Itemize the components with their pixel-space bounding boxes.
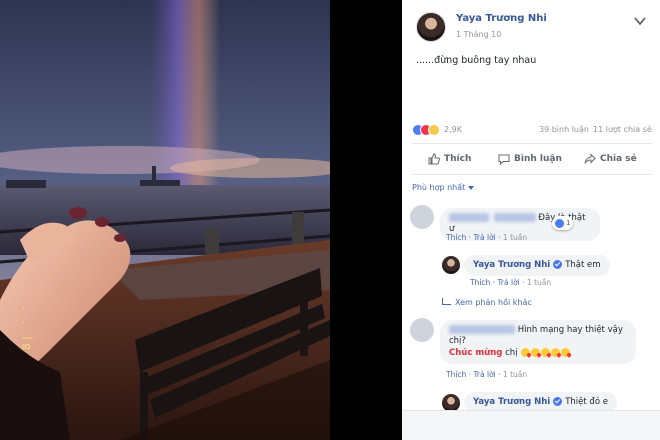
kiss-emoji-icon xyxy=(541,347,551,357)
film-date-stamp: 8| ˋ ˋ ˋ xyxy=(20,289,33,350)
comment-text-line3: chị xyxy=(505,347,518,358)
post-stats: 2,9K 39 bình luận 11 lượt chia sẻ xyxy=(412,124,652,138)
like-button-label: Thích xyxy=(444,154,472,164)
comment-button[interactable]: Bình luận xyxy=(498,150,562,168)
like-reaction-icon xyxy=(555,218,564,228)
comment-icon xyxy=(498,154,510,165)
divider xyxy=(412,143,652,144)
kiss-emoji-icon xyxy=(521,347,531,357)
post-text: ......đừng buông tay nhau xyxy=(416,55,537,66)
author-name[interactable]: Yaya Trương Nhi xyxy=(456,13,547,24)
comment-reply-link[interactable]: Trả lời xyxy=(473,370,495,379)
view-more-replies-label: Xem phản hồi khác xyxy=(455,298,532,307)
blurred-name xyxy=(449,213,489,222)
screenshot: 8| ˋ ˋ ˋ Yaya Trương Nhi 1 Tháng 10 ....… xyxy=(0,0,660,440)
comment-text-line1: Hình mạng hay thiệt vậy xyxy=(517,325,623,335)
congrats-text: Chúc mừng xyxy=(449,347,503,358)
comment-meta: Thích · Trả lời · 1 tuần xyxy=(446,233,528,242)
comment-like-link[interactable]: Thích xyxy=(446,233,466,242)
comment-time[interactable]: 1 tuần xyxy=(503,233,527,242)
post-panel: Yaya Trương Nhi 1 Tháng 10 ......đừng bu… xyxy=(402,0,660,440)
reaction-count[interactable]: 2,9K xyxy=(444,125,462,134)
share-button-label: Chia sẻ xyxy=(600,154,637,164)
reply-time[interactable]: 1 tuần xyxy=(527,278,551,287)
reply-text: Thật em xyxy=(565,260,601,270)
author-avatar[interactable] xyxy=(416,12,446,42)
lightbox-gap xyxy=(330,0,402,440)
photo-scene xyxy=(0,0,330,440)
caret-down-icon xyxy=(468,185,475,190)
comment-sort-dropdown[interactable]: Phù hợp nhất xyxy=(412,183,475,192)
comment-meta: Thích · Trả lời · 1 tuần xyxy=(446,370,528,379)
post-actions: Thích Bình luận Chia sẻ xyxy=(412,150,652,168)
share-icon xyxy=(584,153,596,164)
comment-list: Đây là thật ư 1 Thích · Trả lời · 1 tuần… xyxy=(402,200,660,440)
reply-bubble: Yaya Trương Nhi Thật em xyxy=(464,255,610,277)
comment-sort-label: Phù hợp nhất xyxy=(412,183,466,192)
view-more-replies-link[interactable]: Xem phản hồi khác xyxy=(442,298,532,307)
comment-time[interactable]: 1 tuần xyxy=(503,370,527,379)
reply-meta: Thích · Trả lời · 1 tuần xyxy=(470,278,552,287)
share-button[interactable]: Chia sẻ xyxy=(584,150,637,168)
commenter-avatar[interactable] xyxy=(410,318,434,342)
reply-like-link[interactable]: Thích xyxy=(470,278,490,287)
blurred-name xyxy=(493,213,536,222)
reply-arrow-icon xyxy=(442,298,451,305)
blurred-name xyxy=(449,325,515,334)
verified-badge-icon xyxy=(553,397,563,406)
kiss-emoji-icon xyxy=(531,347,541,357)
verified-badge-icon xyxy=(553,260,563,269)
post-date[interactable]: 1 Tháng 10 xyxy=(456,30,501,39)
comment-button-label: Bình luận xyxy=(514,154,562,164)
reply-reply-link[interactable]: Trả lời xyxy=(497,278,519,287)
haha-reaction-icon xyxy=(428,124,440,136)
share-count[interactable]: 11 lượt chia sẻ xyxy=(593,125,652,134)
post-photo[interactable]: 8| ˋ ˋ ˋ xyxy=(0,0,330,440)
like-button[interactable]: Thích xyxy=(428,150,471,168)
kiss-emoji-icon xyxy=(551,347,561,357)
kiss-emoji-icon xyxy=(561,347,571,357)
reply-author[interactable]: Yaya Trương Nhi xyxy=(473,397,550,407)
chevron-down-icon[interactable] xyxy=(634,16,646,26)
reply-text: Thiệt đó e xyxy=(565,397,608,407)
comment-bubble: Hình mạng hay thiệt vậy chị? Chúc mừng c… xyxy=(440,320,636,365)
comment-composer-strip[interactable] xyxy=(402,410,660,440)
comment-reply-link[interactable]: Trả lời xyxy=(473,233,495,242)
comment-count[interactable]: 39 bình luận xyxy=(539,125,589,134)
author-reply-avatar[interactable] xyxy=(442,256,460,274)
comment-reaction-count: 1 xyxy=(566,219,571,227)
comment-reaction-badge[interactable]: 1 xyxy=(552,216,574,230)
comment-text-line2: chị? xyxy=(449,336,466,347)
post-header: Yaya Trương Nhi 1 Tháng 10 xyxy=(410,8,652,44)
comment-like-link[interactable]: Thích xyxy=(446,370,466,379)
divider xyxy=(412,174,652,175)
reply-author[interactable]: Yaya Trương Nhi xyxy=(473,260,550,270)
thumbs-up-icon xyxy=(428,153,440,165)
commenter-avatar[interactable] xyxy=(410,205,434,229)
